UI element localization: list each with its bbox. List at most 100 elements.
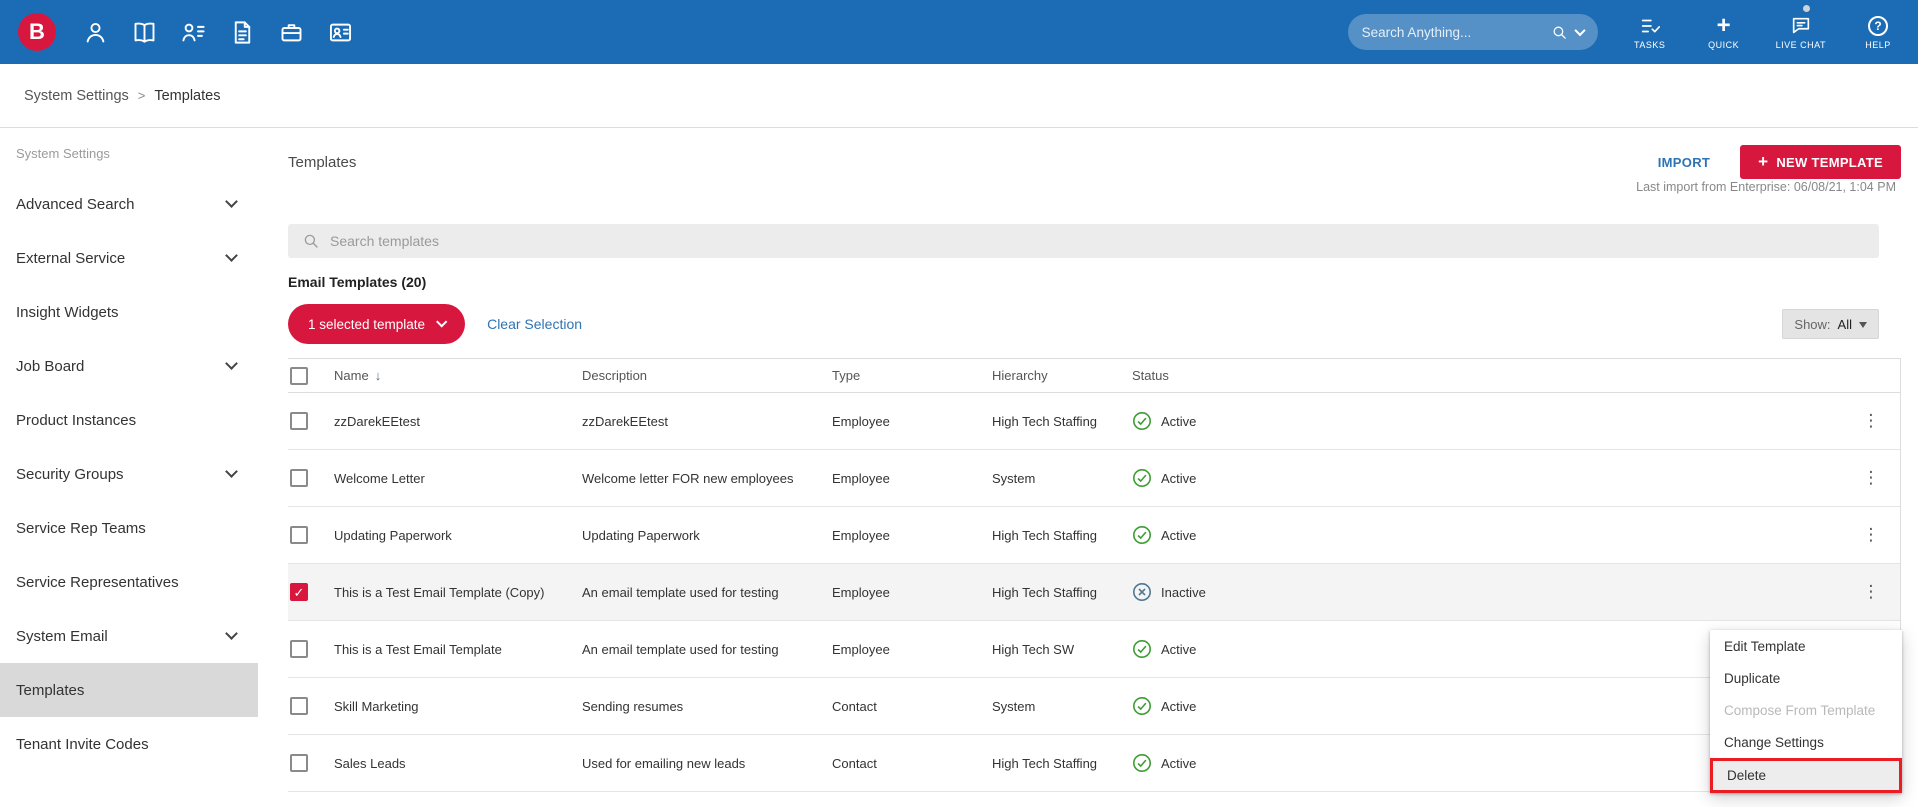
templates-main-panel: Templates IMPORT + NEW TEMPLATE Last imp… [258,128,1918,807]
column-header-type[interactable]: Type [832,368,992,383]
show-filter-dropdown[interactable]: Show: All [1782,309,1879,339]
row-actions-menu-icon[interactable]: ⋮ [1842,468,1900,488]
cell-name: This is a Test Email Template [334,641,502,657]
sidebar-item-system-email[interactable]: System Email [0,609,258,663]
chevron-down-icon[interactable] [1573,24,1586,37]
status-label: Active [1161,641,1197,657]
chevron-down-icon [225,357,238,370]
person-icon[interactable] [82,19,109,46]
breadcrumb-system-settings[interactable]: System Settings [24,88,129,104]
id-card-icon[interactable] [327,19,354,46]
global-search-input[interactable] [1361,24,1543,40]
action-label: QUICK [1708,39,1740,50]
templates-table: Name ↓ Description Type Hierarchy Status… [288,358,1901,792]
sidebar-item-job-board[interactable]: Job Board [0,339,258,393]
row-checkbox[interactable] [290,754,308,772]
sidebar-item-label: Templates [16,681,85,699]
row-checkbox-checked[interactable] [290,583,308,601]
table-row[interactable]: zzDarekEEtest zzDarekEEtest Employee Hig… [288,393,1900,450]
sidebar-item-templates[interactable]: Templates [0,663,258,717]
row-actions-menu-icon[interactable]: ⋮ [1842,525,1900,545]
status-label: Active [1161,755,1197,771]
action-label: TASKS [1633,39,1666,50]
cell-hierarchy: High Tech Staffing [992,584,1098,600]
cell-description: An email template used for testing [582,641,779,657]
inactive-status-icon [1133,583,1151,601]
cell-type: Employee [832,641,890,657]
book-icon[interactable] [131,19,158,46]
select-all-checkbox[interactable] [290,366,308,385]
cell-description: Updating Paperwork [582,527,700,543]
table-row-selected[interactable]: This is a Test Email Template (Copy) An … [288,564,1900,621]
row-checkbox[interactable] [290,640,308,658]
table-row[interactable]: Sales Leads Used for emailing new leads … [288,735,1900,792]
cell-name: Welcome Letter [334,470,425,486]
selected-templates-pill[interactable]: 1 selected template [288,304,466,344]
cell-name: Skill Marketing [334,698,419,714]
sidebar-item-insight-widgets[interactable]: Insight Widgets [0,285,258,339]
page-title: Templates [288,153,357,171]
clear-selection-link[interactable]: Clear Selection [487,316,582,332]
column-header-status[interactable]: Status [1132,368,1842,383]
sidebar-item-label: Service Rep Teams [16,519,146,537]
breadcrumb-templates: Templates [154,87,221,104]
chevron-down-icon [225,627,238,640]
column-header-name[interactable]: Name ↓ [334,368,582,383]
sidebar-item-tenant-invite-codes[interactable]: Tenant Invite Codes [0,717,258,771]
cell-name: This is a Test Email Template (Copy) [334,584,545,600]
chevron-down-icon [436,316,448,328]
import-button[interactable]: IMPORT [1658,155,1710,170]
row-checkbox[interactable] [290,412,308,430]
sidebar-item-label: Service Representatives [16,573,179,591]
notes-icon[interactable] [229,19,256,46]
sidebar-item-product-instances[interactable]: Product Instances [0,393,258,447]
table-row[interactable]: This is a Test Email Template An email t… [288,621,1900,678]
status-label: Active [1161,413,1197,429]
sidebar-item-external-service[interactable]: External Service [0,231,258,285]
sidebar-item-service-rep-teams[interactable]: Service Rep Teams [0,501,258,555]
cell-hierarchy: High Tech SW [992,641,1075,657]
cell-description: Sending resumes [582,698,684,714]
cell-type: Employee [832,470,890,486]
menu-item-edit-template[interactable]: Edit Template [1710,630,1902,662]
new-template-button[interactable]: + NEW TEMPLATE [1740,145,1901,179]
quick-add-button[interactable]: + QUICK [1702,13,1746,50]
row-checkbox[interactable] [290,469,308,487]
table-row[interactable]: Skill Marketing Sending resumes Contact … [288,678,1900,735]
new-template-label: NEW TEMPLATE [1776,154,1883,170]
sidebar-item-service-representatives[interactable]: Service Representatives [0,555,258,609]
global-search[interactable] [1347,14,1598,50]
sort-desc-icon[interactable]: ↓ [375,368,382,383]
notification-dot [1803,5,1810,12]
action-label: LIVE CHAT [1775,39,1826,50]
menu-item-delete[interactable]: Delete [1710,758,1902,793]
row-actions-menu-icon[interactable]: ⋮ [1842,411,1900,431]
row-actions-menu-icon[interactable]: ⋮ [1842,582,1900,602]
sidebar-item-label: System Email [16,627,108,645]
menu-item-change-settings[interactable]: Change Settings [1710,726,1902,758]
row-checkbox[interactable] [290,526,308,544]
column-header-description[interactable]: Description [582,368,832,383]
help-button[interactable]: ? HELP [1856,15,1900,50]
bullhorn-logo[interactable]: B [18,13,56,51]
top-navigation-bar: B TASKS [0,0,1918,64]
cell-type: Employee [832,584,890,600]
row-checkbox[interactable] [290,697,308,715]
chevron-down-icon [225,465,238,478]
table-row[interactable]: Updating Paperwork Updating Paperwork Em… [288,507,1900,564]
sidebar-item-security-groups[interactable]: Security Groups [0,447,258,501]
template-search-bar[interactable] [288,224,1879,258]
sidebar-item-advanced-search[interactable]: Advanced Search [0,177,258,231]
column-header-hierarchy[interactable]: Hierarchy [992,368,1132,383]
briefcase-icon[interactable] [278,19,305,46]
active-status-icon [1133,526,1151,544]
cell-description: Used for emailing new leads [582,755,746,771]
menu-item-duplicate[interactable]: Duplicate [1710,662,1902,694]
template-search-input[interactable] [330,233,1865,249]
sidebar-item-label: Advanced Search [16,195,135,213]
contacts-icon[interactable] [180,19,207,46]
status-label: Active [1161,698,1197,714]
table-row[interactable]: Welcome Letter Welcome letter FOR new em… [288,450,1900,507]
tasks-button[interactable]: TASKS [1628,15,1672,50]
live-chat-button[interactable]: LIVE CHAT [1776,15,1826,50]
